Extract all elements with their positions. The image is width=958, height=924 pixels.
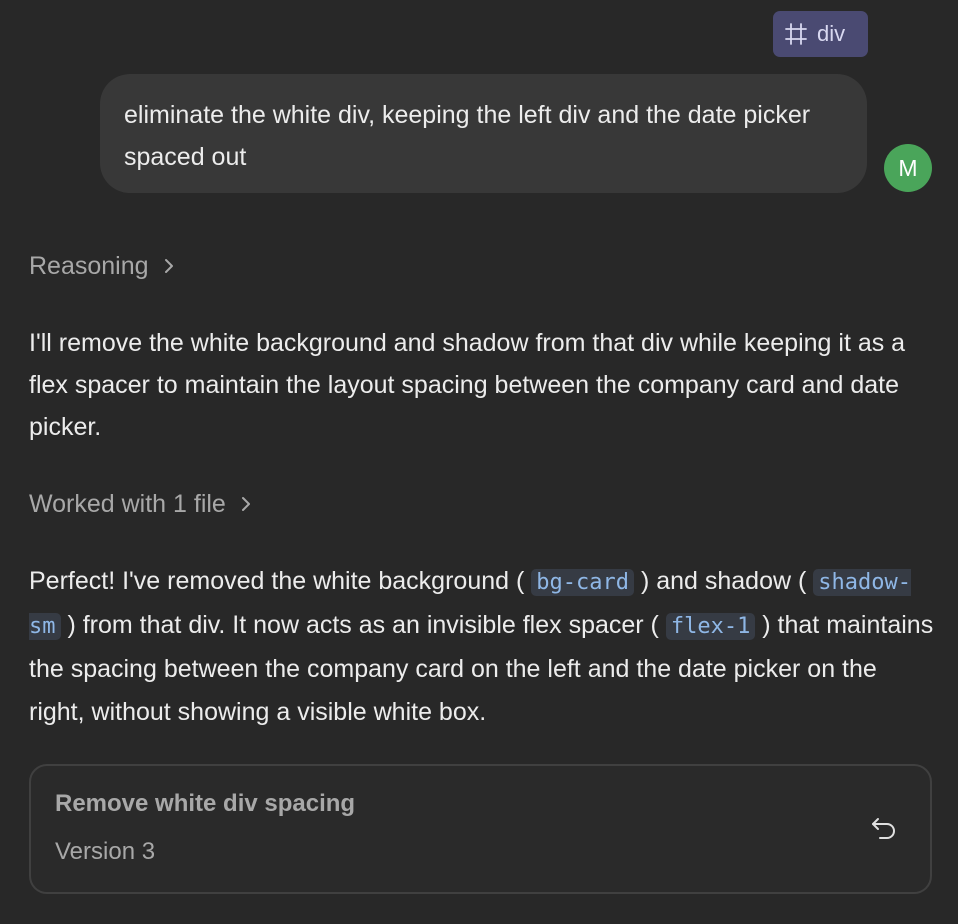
result-text-segment: ) from that div. It now acts as an invis… [67, 611, 659, 639]
user-avatar: M [884, 144, 932, 192]
worked-files-toggle[interactable]: Worked with 1 file [29, 484, 252, 524]
result-text-segment: ) and shadow ( [640, 567, 807, 595]
chevron-right-icon [163, 256, 175, 276]
assistant-intro-text: I'll remove the white background and sha… [29, 329, 906, 441]
result-text-segment: Perfect! I've removed the white backgrou… [29, 567, 525, 595]
worked-files-label: Worked with 1 file [29, 489, 226, 518]
version-card-version: Version 3 [55, 838, 156, 865]
context-chip-label: div [817, 21, 846, 46]
context-chip[interactable]: div [773, 11, 868, 57]
version-card[interactable]: Remove white div spacing Version 3 [29, 764, 932, 894]
undo-icon [870, 816, 898, 847]
reasoning-toggle[interactable]: Reasoning [29, 246, 175, 286]
inline-code-bg-card: bg-card [531, 569, 634, 596]
user-message-text: eliminate the white div, keeping the lef… [124, 101, 811, 171]
hash-frame-icon [785, 23, 807, 45]
chevron-right-icon [240, 494, 252, 514]
inline-code-flex-1: flex-1 [665, 613, 756, 640]
user-message-bubble: eliminate the white div, keeping the lef… [100, 74, 867, 193]
version-card-title: Remove white div spacing [55, 790, 356, 817]
undo-button[interactable] [869, 816, 899, 846]
assistant-result-text: Perfect! I've removed the white backgrou… [29, 560, 934, 734]
reasoning-label: Reasoning [29, 251, 149, 280]
avatar-initial: M [898, 154, 918, 181]
